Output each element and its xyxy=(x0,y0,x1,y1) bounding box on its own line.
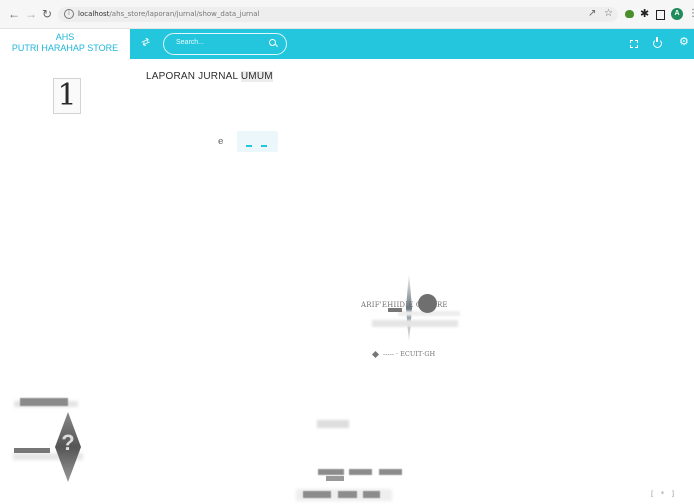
reload-icon[interactable]: ↻ xyxy=(42,7,52,21)
bookmark-star-icon[interactable]: ☆ xyxy=(604,9,613,19)
footer-text-bar xyxy=(338,491,357,498)
footer-text-bar xyxy=(326,476,344,481)
sidebar-toggle-icon[interactable]: ⇄ xyxy=(140,36,152,50)
footer-text-bar xyxy=(303,491,331,498)
report-title-prefix: LAPORAN JURNAL xyxy=(146,71,241,82)
page-title: LAPORAN JURNAL UMUM xyxy=(144,70,275,84)
diamond-icon xyxy=(371,350,380,358)
search-icon[interactable] xyxy=(269,39,276,46)
power-icon[interactable] xyxy=(653,37,662,48)
signature-glyph: ? xyxy=(61,430,75,455)
info-icon[interactable]: i xyxy=(64,9,74,19)
brand-line1: AHS xyxy=(55,32,75,42)
gear-icon[interactable]: ⚙ xyxy=(679,37,689,48)
button-dash-icon xyxy=(246,145,252,147)
stamp-dot-mark xyxy=(418,294,437,313)
url-path: /ahs_store/laporan/jurnal/show_data_jurn… xyxy=(109,10,260,18)
footer-text-bar xyxy=(363,491,380,498)
app-topbar: ⇄ Search... ⚙ xyxy=(130,29,694,59)
page-number: 1 xyxy=(53,78,81,114)
signature-name-bar xyxy=(20,398,68,406)
sidebar-icon[interactable] xyxy=(656,10,665,20)
share-icon[interactable]: ↗ xyxy=(588,9,596,19)
brand-logo[interactable]: AHS PUTRI HARAHAP STORE xyxy=(0,29,130,59)
address-bar[interactable]: i localhost/ahs_store/laporan/jurnal/show… xyxy=(58,7,618,22)
search-placeholder: Search... xyxy=(176,39,205,46)
url-host: localhost xyxy=(78,10,110,18)
fullscreen-icon[interactable] xyxy=(630,40,638,48)
stamp-text-line2-value: ----- · ECUIT·GH xyxy=(383,350,436,358)
search-input[interactable]: Search... xyxy=(163,33,287,55)
footer-text-bar xyxy=(318,469,344,475)
menu-dots-icon[interactable]: ⋮ xyxy=(688,9,694,19)
report-title-highlight: UMUM xyxy=(240,71,273,82)
stamp-smudge xyxy=(372,320,458,327)
puzzle-icon[interactable]: ✱ xyxy=(640,7,649,20)
extension-icon[interactable] xyxy=(625,10,634,18)
profile-avatar[interactable]: A xyxy=(671,8,683,20)
back-arrow-icon[interactable]: ← xyxy=(8,7,20,21)
footer-text-bar xyxy=(379,469,402,475)
footer-text-bar xyxy=(349,469,372,475)
brand-line2: PUTRI HARAHAP STORE xyxy=(11,43,119,53)
stamp-text-line2: ----- · ECUIT·GH xyxy=(371,350,436,358)
small-label: e xyxy=(218,137,224,147)
action-button[interactable] xyxy=(237,131,278,152)
forward-arrow-icon[interactable]: → xyxy=(25,7,37,21)
button-dash-icon xyxy=(261,145,267,147)
footer-smudge xyxy=(317,420,349,428)
corner-mark: [ * ] xyxy=(650,490,677,498)
stamp-bar-mark xyxy=(388,308,402,312)
browser-toolbar: ← → ↻ i localhost/ahs_store/laporan/jurna… xyxy=(0,0,694,29)
signature-title-bar xyxy=(14,448,50,453)
